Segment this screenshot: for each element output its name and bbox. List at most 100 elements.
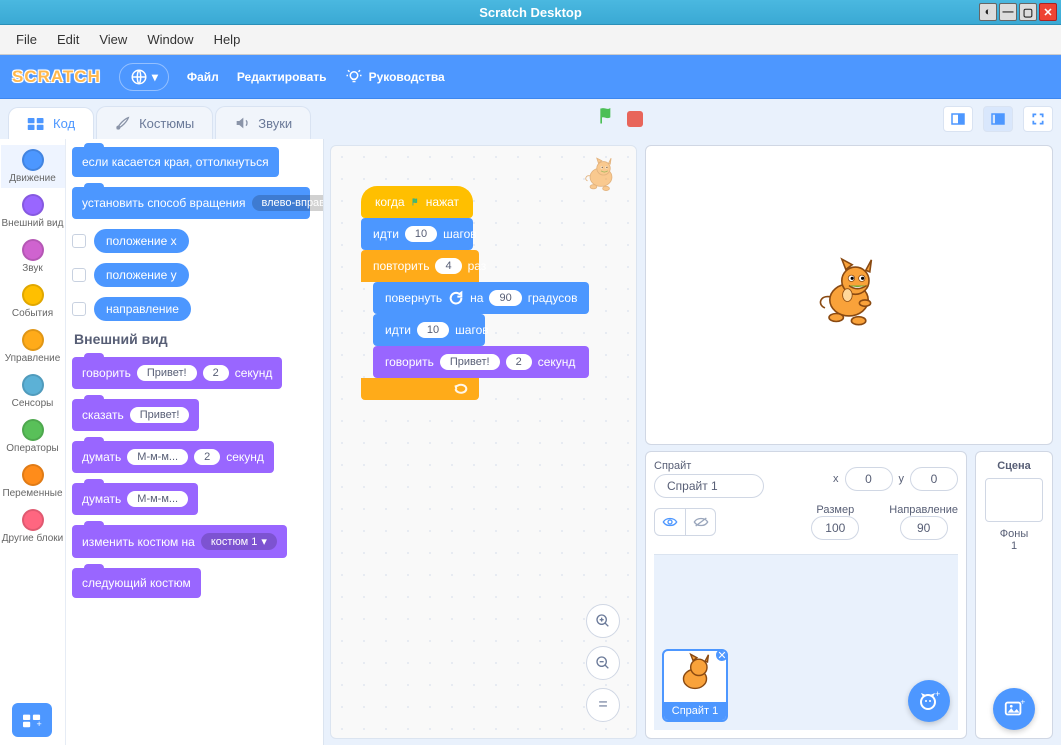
- stop-button[interactable]: [627, 111, 643, 127]
- delete-sprite-button[interactable]: ✕: [714, 649, 728, 663]
- block-when-flag-clicked[interactable]: когда нажат: [361, 186, 473, 218]
- scratch-logo: SCRATCH: [12, 67, 101, 87]
- sprite-name-field[interactable]: Спрайт 1: [654, 474, 764, 498]
- cat-plus-icon: +: [917, 689, 941, 713]
- sprite-card-name: Спрайт 1: [664, 702, 726, 720]
- category-sensing[interactable]: Сенсоры: [1, 370, 65, 413]
- dropdown-rotation-style[interactable]: влево-вправо: [252, 195, 323, 211]
- script-workspace[interactable]: когда нажат идти 10 шагов повторить 4 ра…: [330, 145, 637, 739]
- block-next-costume[interactable]: следующий костюм: [72, 568, 201, 598]
- script-stack[interactable]: когда нажат идти 10 шагов повторить 4 ра…: [361, 186, 589, 400]
- add-extension-button[interactable]: +: [12, 703, 52, 737]
- flag-icon: [597, 105, 617, 127]
- category-variables[interactable]: Переменные: [1, 460, 65, 503]
- topbar-edit[interactable]: Редактировать: [237, 70, 327, 84]
- sprite-x-field[interactable]: 0: [845, 467, 893, 491]
- checkbox-x[interactable]: [72, 234, 86, 248]
- scratch-topbar: SCRATCH ▾ Файл Редактировать Руководства: [0, 55, 1061, 99]
- category-myblocks[interactable]: Другие блоки: [1, 505, 65, 548]
- block-move-steps-1[interactable]: идти 10 шагов: [361, 218, 473, 250]
- brush-icon: [115, 115, 131, 131]
- checkbox-y[interactable]: [72, 268, 86, 282]
- stage-sprite[interactable]: [809, 254, 889, 337]
- stage-large-button[interactable]: [983, 106, 1013, 132]
- zoom-out-button[interactable]: [586, 646, 620, 680]
- stage-thumbnail[interactable]: [985, 478, 1043, 522]
- window-titlebar: Scratch Desktop ◐ — ▢ ✕: [0, 0, 1061, 25]
- extension-icon: +: [21, 711, 43, 729]
- block-repeat-top[interactable]: повторить 4 раз: [361, 250, 479, 282]
- stage[interactable]: [645, 145, 1053, 445]
- block-set-rotation-style[interactable]: установить способ вращения влево-вправо: [72, 187, 310, 219]
- lightbulb-icon: [345, 68, 363, 86]
- zoom-controls: =: [586, 604, 620, 722]
- hide-sprite-button[interactable]: [685, 509, 715, 535]
- block-if-on-edge-bounce[interactable]: если касается края, оттолкнуться: [72, 147, 279, 177]
- fullscreen-button[interactable]: [1023, 106, 1053, 132]
- flag-icon: [411, 194, 420, 210]
- category-sound[interactable]: Звук: [1, 235, 65, 278]
- sprite-direction-field[interactable]: 90: [900, 516, 948, 540]
- topbar-file[interactable]: Файл: [187, 70, 219, 84]
- reporter-x-position[interactable]: положение x: [72, 229, 317, 253]
- block-repeat-bottom[interactable]: [361, 378, 479, 400]
- language-button[interactable]: ▾: [119, 63, 169, 91]
- menu-file[interactable]: File: [8, 30, 45, 49]
- block-palette[interactable]: если касается края, оттолкнуться установ…: [66, 139, 323, 745]
- show-sprite-button[interactable]: [655, 509, 685, 535]
- green-flag-button[interactable]: [597, 105, 617, 133]
- menu-help[interactable]: Help: [206, 30, 249, 49]
- visibility-toggle: [654, 508, 716, 536]
- zoom-reset-button[interactable]: =: [586, 688, 620, 722]
- category-column: Движение Внешний вид Звук События Управл…: [0, 139, 66, 745]
- main-area: Движение Внешний вид Звук События Управл…: [0, 139, 1061, 745]
- checkbox-dir[interactable]: [72, 302, 86, 316]
- sprite-card[interactable]: ✕ Спрайт 1: [662, 649, 728, 722]
- window-title: Scratch Desktop: [0, 5, 1061, 20]
- dropdown-costume[interactable]: костюм 1 ▾: [201, 533, 277, 550]
- system-menubar: File Edit View Window Help: [0, 25, 1061, 55]
- block-say-for-secs-script[interactable]: говорить Привет! 2 секунд: [373, 346, 589, 378]
- bottom-panels: Спрайт Спрайт 1 x 0 y 0: [645, 451, 1053, 739]
- zoom-in-button[interactable]: [586, 604, 620, 638]
- right-column: Спрайт Спрайт 1 x 0 y 0: [643, 139, 1061, 745]
- menu-view[interactable]: View: [91, 30, 135, 49]
- loop-arrow-icon: [453, 382, 469, 396]
- tab-costumes[interactable]: Костюмы: [96, 106, 213, 139]
- image-plus-icon: +: [1003, 698, 1025, 720]
- block-say[interactable]: сказать Привет!: [72, 399, 199, 431]
- tab-row: Код Костюмы Звуки: [0, 99, 1061, 139]
- svg-text:+: +: [935, 689, 940, 699]
- stage-small-button[interactable]: [943, 106, 973, 132]
- category-looks[interactable]: Внешний вид: [1, 190, 65, 233]
- scene-panel: Сцена Фоны 1 +: [975, 451, 1053, 739]
- block-think[interactable]: думать М-м-м...: [72, 483, 198, 515]
- menu-edit[interactable]: Edit: [49, 30, 87, 49]
- block-think-for-secs[interactable]: думать М-м-м... 2 секунд: [72, 441, 274, 473]
- category-operators[interactable]: Операторы: [1, 415, 65, 458]
- block-move-steps-2[interactable]: идти 10 шагов: [373, 314, 485, 346]
- sprite-size-field[interactable]: 100: [811, 516, 859, 540]
- block-turn-degrees[interactable]: повернуть на 90 градусов: [373, 282, 589, 314]
- sprite-list: ✕ Спрайт 1 +: [654, 554, 958, 730]
- caret-down-icon: ▾: [152, 70, 158, 84]
- category-events[interactable]: События: [1, 280, 65, 323]
- sprite-y-field[interactable]: 0: [910, 467, 958, 491]
- tab-sounds[interactable]: Звуки: [215, 106, 311, 139]
- category-control[interactable]: Управление: [1, 325, 65, 368]
- reporter-y-position[interactable]: положение y: [72, 263, 317, 287]
- scene-label: Сцена: [997, 460, 1031, 472]
- topbar-tutorials[interactable]: Руководства: [345, 68, 445, 86]
- tab-code[interactable]: Код: [8, 107, 94, 139]
- sound-icon: [234, 115, 250, 131]
- script-canvas[interactable]: когда нажат идти 10 шагов повторить 4 ра…: [331, 146, 636, 738]
- reporter-direction[interactable]: направление: [72, 297, 317, 321]
- left-column: Движение Внешний вид Звук События Управл…: [0, 139, 324, 745]
- add-backdrop-button[interactable]: +: [993, 688, 1035, 730]
- globe-icon: [130, 68, 148, 86]
- add-sprite-button[interactable]: +: [908, 680, 950, 722]
- category-motion[interactable]: Движение: [1, 145, 65, 188]
- block-say-for-secs[interactable]: говорить Привет! 2 секунд: [72, 357, 282, 389]
- menu-window[interactable]: Window: [139, 30, 201, 49]
- block-switch-costume[interactable]: изменить костюм на костюм 1 ▾: [72, 525, 287, 558]
